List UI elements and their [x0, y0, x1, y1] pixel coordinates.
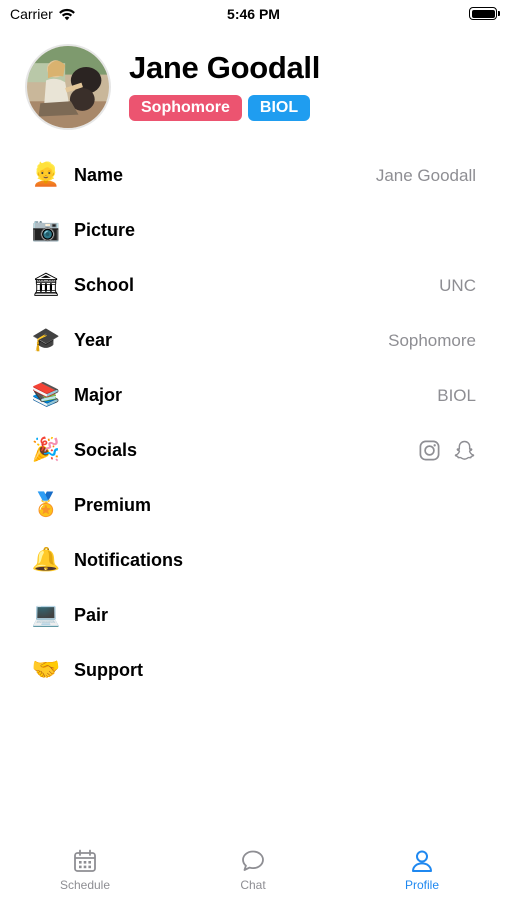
camera-icon: 📷 [31, 217, 61, 243]
battery-icon [469, 7, 500, 20]
medal-icon: 🏅 [31, 492, 61, 518]
handshake-icon: 🤝 [31, 657, 61, 683]
profile-badges: Sophomore BIOL [129, 95, 311, 121]
social-icons [418, 439, 476, 462]
settings-row-label: Support [74, 660, 143, 680]
tab-profile[interactable]: Profile [362, 848, 482, 892]
settings-row-year[interactable]: 🎓 Year Sophomore [0, 313, 507, 368]
settings-row-label: School [74, 275, 135, 295]
settings-row-label: Pair [74, 605, 109, 625]
settings-row-name[interactable]: 👱 Name Jane Goodall [0, 148, 507, 203]
settings-row-label: Notifications [74, 550, 184, 570]
year-badge: Sophomore [129, 95, 242, 121]
person-blond-icon: 👱 [31, 162, 61, 188]
avatar[interactable] [25, 44, 111, 130]
chat-bubble-icon [242, 850, 264, 871]
settings-row-school[interactable]: 🏛 School UNC [0, 258, 507, 313]
snapchat-icon[interactable] [453, 439, 476, 462]
major-badge: BIOL [247, 95, 311, 121]
settings-row-major[interactable]: 📚 Major BIOL [0, 368, 507, 423]
tab-schedule[interactable]: Schedule [25, 848, 145, 892]
tab-label: Schedule [59, 878, 111, 892]
books-icon: 📚 [31, 382, 61, 408]
graduation-cap-icon: 🎓 [31, 327, 61, 353]
calendar-icon [74, 849, 96, 872]
settings-row-pair[interactable]: 💻 Pair [0, 588, 507, 643]
settings-row-premium[interactable]: 🏅 Premium [0, 478, 507, 533]
tab-label: Profile [404, 878, 439, 892]
party-popper-icon: 🎉 [31, 437, 61, 463]
settings-row-value: BIOL [437, 386, 476, 405]
settings-row-label: Socials [74, 440, 138, 460]
settings-row-notifications[interactable]: 🔔 Notifications [0, 533, 507, 588]
settings-row-label: Picture [74, 220, 136, 240]
settings-row-value: UNC [439, 276, 476, 295]
tab-label: Chat [240, 878, 266, 892]
settings-row-picture[interactable]: 📷 Picture [0, 203, 507, 258]
tab-bar: Schedule Chat Profile [0, 836, 507, 900]
settings-row-value: Sophomore [388, 331, 476, 350]
person-icon [412, 850, 432, 872]
settings-row-support[interactable]: 🤝 Support [0, 643, 507, 698]
bell-icon: 🔔 [31, 547, 61, 573]
instagram-icon[interactable] [418, 439, 441, 462]
settings-row-label: Name [74, 165, 124, 185]
status-time: 5:46 PM [227, 6, 280, 22]
settings-row-label: Major [74, 385, 123, 405]
settings-row-label: Year [74, 330, 113, 350]
status-bar: Carrier 5:46 PM [0, 0, 507, 28]
settings-row-label: Premium [74, 495, 152, 515]
laptop-icon: 💻 [31, 602, 61, 628]
settings-row-value: Jane Goodall [375, 166, 476, 185]
profile-header: Jane Goodall Sophomore BIOL [25, 44, 485, 130]
tab-chat[interactable]: Chat [193, 848, 313, 892]
classical-building-icon: 🏛 [31, 272, 61, 298]
settings-list: 👱 Name Jane Goodall 📷 Picture 🏛 School U… [0, 148, 507, 698]
settings-row-socials[interactable]: 🎉 Socials [0, 423, 507, 478]
profile-name: Jane Goodall [129, 50, 321, 85]
avatar-photo [27, 46, 109, 128]
